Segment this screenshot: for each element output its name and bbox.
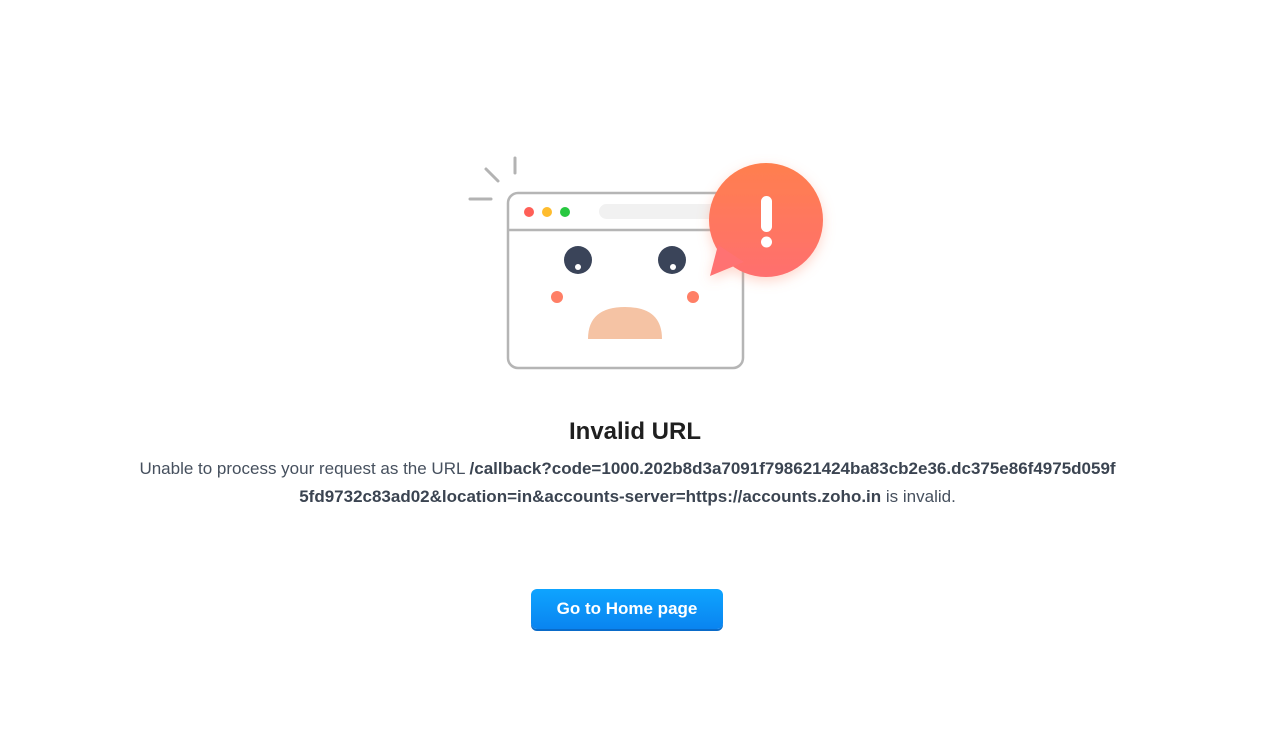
- exclamation-icon: [761, 196, 772, 248]
- error-illustration: [460, 150, 840, 380]
- error-title: Invalid URL: [568, 418, 701, 445]
- go-to-home-button[interactable]: Go to Home page: [531, 589, 723, 629]
- message-suffix: is invalid.: [881, 487, 956, 506]
- browser-window-icon: [468, 156, 823, 370]
- error-message: Unable to process your request as the UR…: [135, 455, 1120, 511]
- message-prefix: Unable to process your request as the UR…: [139, 459, 470, 478]
